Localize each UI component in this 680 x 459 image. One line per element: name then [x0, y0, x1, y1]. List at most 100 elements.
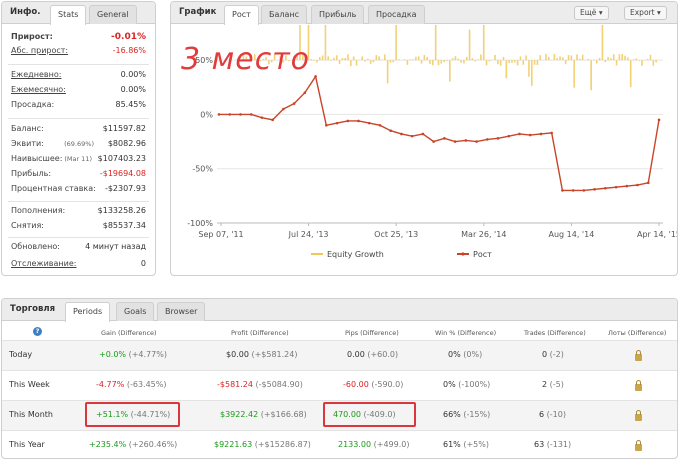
equity-growth-bar	[471, 58, 474, 61]
equity-growth-bar	[386, 60, 389, 84]
tab-growth[interactable]: Рост	[224, 5, 259, 25]
equity-growth-bar	[440, 60, 443, 64]
tab-stats[interactable]: Stats	[50, 5, 87, 25]
lock-icon[interactable]	[635, 440, 642, 451]
win-diff: (-100%)	[458, 380, 491, 389]
equity-growth-bar	[446, 60, 448, 61]
pips-value: 0.00	[347, 350, 365, 359]
equity-growth-bar	[505, 60, 508, 79]
equity-growth-bar	[412, 59, 414, 61]
profit-label: Прибыль:	[11, 169, 52, 178]
equity-growth-bar	[372, 60, 375, 63]
equity-growth-bar	[649, 54, 652, 61]
growth-point	[228, 113, 232, 116]
trades-diff: (-5)	[549, 380, 564, 389]
deposits-label: Пополнения:	[11, 206, 66, 215]
equity-growth-bar	[570, 55, 573, 61]
growth-point	[335, 121, 339, 125]
growth-point	[614, 185, 618, 189]
equity-growth-bar	[417, 56, 420, 61]
gain-diff: (+260.46%)	[128, 440, 178, 449]
abs-gain-label[interactable]: Абс. прирост:	[11, 46, 68, 55]
growth-point	[400, 132, 403, 136]
period-label: This Month	[9, 410, 53, 419]
place-overlay-text: 3 место	[181, 42, 311, 77]
table-row: Today +0.0% (+4.77%) $0.00 (+$581.24) 0.…	[2, 340, 677, 370]
equity-growth-bar	[415, 56, 417, 61]
equity-growth-bar	[655, 60, 657, 63]
equity-growth-bar	[545, 53, 547, 61]
divider	[8, 64, 149, 65]
profit-value: $3922.42	[220, 410, 259, 419]
gain-cell: +235.4% (+260.46%)	[89, 440, 177, 449]
trades-value: 2	[542, 380, 548, 389]
growth-point	[260, 116, 264, 119]
tab-browser[interactable]: Browser	[157, 302, 206, 321]
equity-growth-bar	[420, 60, 423, 64]
gain-cell: +0.0% (+4.77%)	[99, 350, 167, 359]
more-dropdown[interactable]: Ещё ▾	[574, 6, 609, 20]
header-pips[interactable]: Pips (Difference)	[345, 329, 399, 337]
lock-icon[interactable]	[635, 350, 642, 361]
tab-general[interactable]: General	[89, 5, 137, 24]
export-dropdown[interactable]: Export ▾	[624, 6, 667, 20]
growth-point	[432, 140, 435, 143]
growth-point	[378, 123, 382, 127]
daily-label[interactable]: Ежедневно:	[11, 70, 61, 79]
equity-growth-bar	[381, 59, 383, 61]
equity-growth-bar	[389, 60, 392, 63]
info-tabbar: Инфо. Stats General	[2, 2, 155, 25]
growth-point	[271, 118, 274, 122]
legend-label-growth: Рост	[473, 250, 492, 259]
trades-value: 63	[534, 440, 545, 449]
tab-drawdown[interactable]: Просадка	[368, 5, 425, 24]
profit-value: -$19694.08	[99, 169, 146, 178]
growth-point	[217, 113, 221, 116]
equity-growth-bar	[559, 56, 561, 61]
trades-value: 6	[539, 410, 545, 419]
help-icon[interactable]: ?	[33, 327, 42, 336]
info-row-highest: Наивысшее: (Mar 11) $107403.23	[11, 154, 146, 166]
withdrawals-value: $85537.34	[102, 221, 146, 230]
lock-icon[interactable]	[635, 380, 642, 391]
growth-point	[443, 137, 446, 140]
profit-diff: (+$581.24)	[251, 350, 298, 359]
growth-point	[571, 189, 575, 192]
equity-growth-bar	[313, 60, 315, 61]
header-win[interactable]: Win % (Difference)	[435, 329, 496, 337]
equity-growth-bar	[355, 60, 358, 66]
header-gain[interactable]: Gain (Difference)	[101, 329, 157, 337]
trading-panel: Торговля Periods Goals Browser ? Gain (D…	[1, 298, 678, 459]
equity-growth-bar	[432, 60, 434, 66]
equity-growth-bar	[310, 59, 313, 61]
header-lots[interactable]: Лоты (Difference)	[608, 329, 666, 337]
tab-periods[interactable]: Periods	[65, 302, 111, 322]
equity-growth-bar	[629, 60, 632, 88]
equity-growth-bar	[341, 58, 344, 61]
equity-growth-bar	[528, 60, 530, 77]
win-diff: (+5%)	[463, 440, 489, 449]
period-label: This Week	[9, 380, 50, 389]
equity-growth-bar	[499, 60, 502, 66]
profit-value: -$581.24	[217, 380, 253, 389]
equity-value: $8082.96	[107, 139, 146, 148]
equity-growth-bar	[437, 60, 440, 66]
tab-goals[interactable]: Goals	[116, 302, 155, 321]
growth-point	[485, 138, 489, 141]
x-tick-label: Sep 07, '11	[198, 230, 243, 239]
trades-cell: 0 (-2)	[542, 350, 564, 359]
tab-profit[interactable]: Прибыль	[311, 5, 365, 24]
drawdown-label: Просадка:	[11, 100, 55, 109]
growth-point	[475, 140, 478, 143]
equity-growth-bar	[403, 59, 406, 61]
tab-balance[interactable]: Баланс	[261, 5, 308, 24]
highlight-box-pips	[323, 402, 416, 427]
win-value: 0%	[448, 350, 461, 359]
lock-icon[interactable]	[635, 410, 642, 421]
monthly-label[interactable]: Ежемесячно:	[11, 85, 66, 94]
equity-growth-bar	[607, 56, 609, 61]
tracking-label[interactable]: Отслеживание:	[11, 259, 76, 268]
header-profit[interactable]: Profit (Difference)	[231, 329, 289, 337]
balance-label: Баланс:	[11, 124, 44, 133]
header-trades[interactable]: Trades (Difference)	[524, 329, 586, 337]
